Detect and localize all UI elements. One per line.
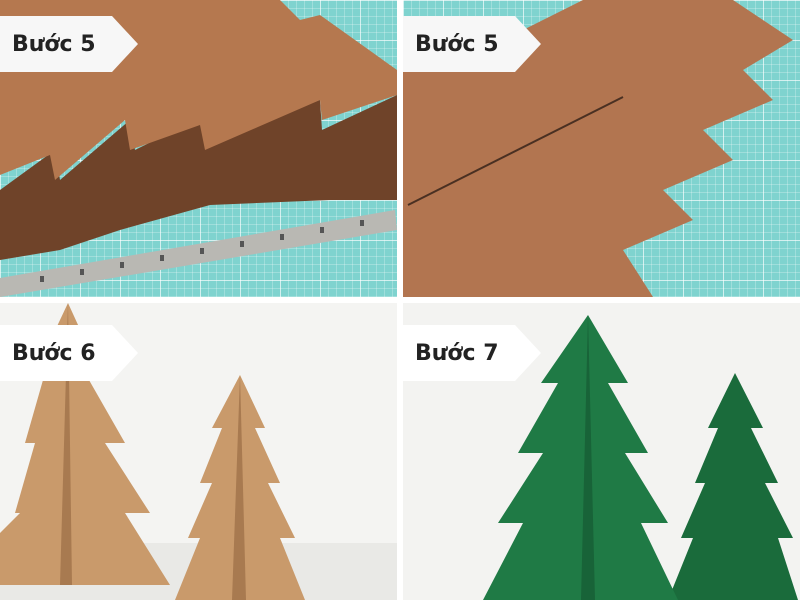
green-tree-small: [668, 373, 798, 600]
step-label: Bước 5: [403, 16, 541, 72]
panel-step-6-assembled: Bước 6: [0, 303, 397, 600]
panel-step-5-slit: Bước 5: [403, 0, 800, 297]
step-label: Bước 6: [0, 325, 138, 381]
panel-step-7-painted: Bước 7: [403, 303, 800, 600]
panel-step-5-cutting: Bước 5: [0, 0, 397, 297]
step-label: Bước 7: [403, 325, 541, 381]
step-label: Bước 5: [0, 16, 138, 72]
step-image-grid: Bước 5 Bước 5 Bước 6 Bước 7: [0, 0, 800, 600]
